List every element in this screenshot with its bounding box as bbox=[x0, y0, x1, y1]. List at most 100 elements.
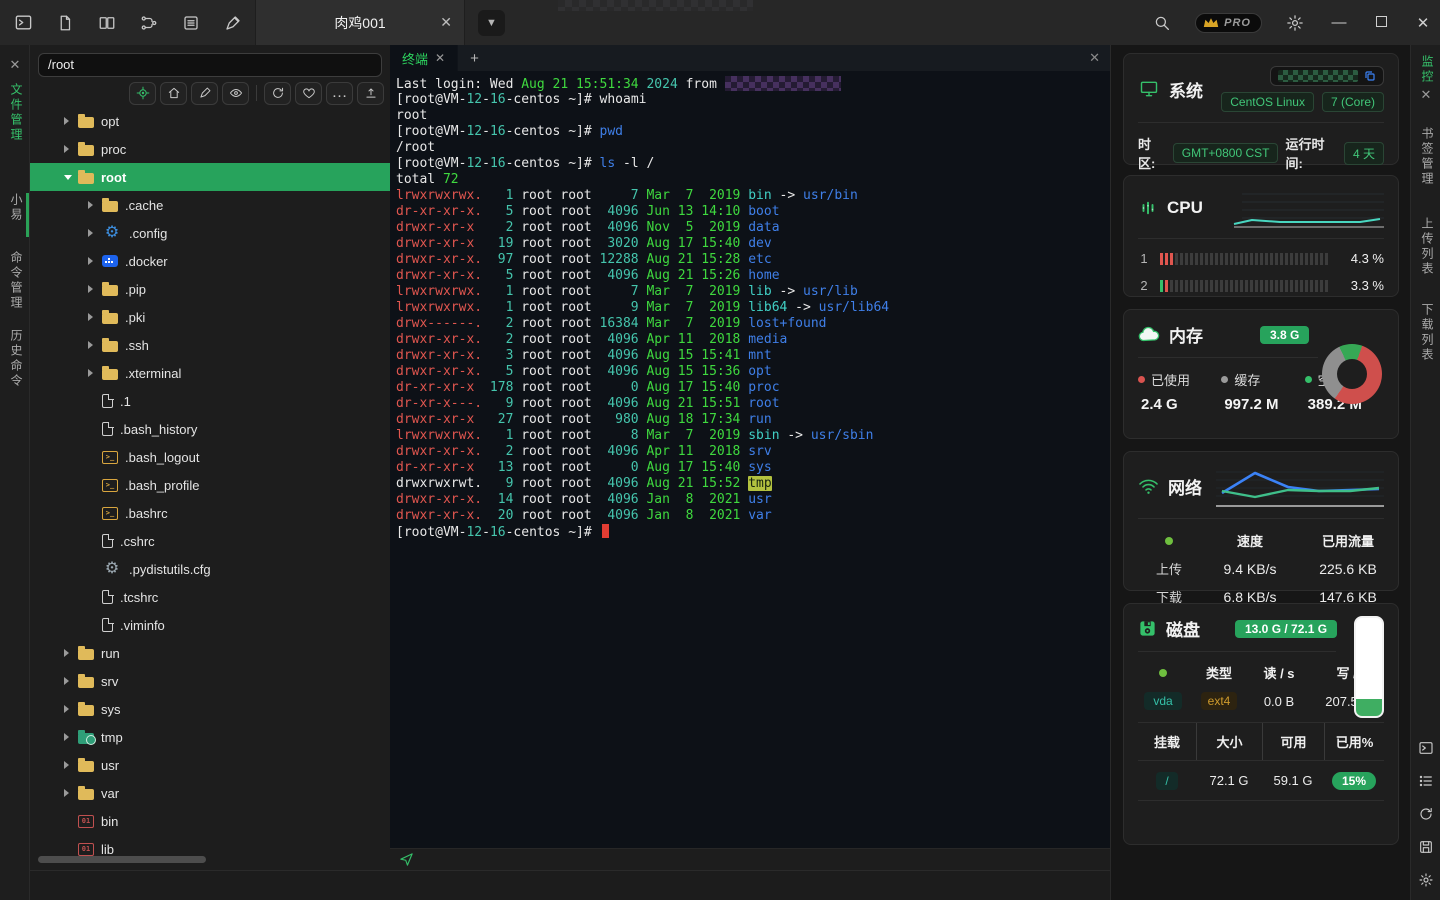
tree-item-sys[interactable]: sys bbox=[30, 695, 390, 723]
tree-item-.docker[interactable]: .docker bbox=[30, 247, 390, 275]
left-panel-close-icon[interactable]: ✕ bbox=[0, 57, 30, 73]
save-icon[interactable] bbox=[1418, 839, 1434, 855]
terminal-line: [root@VM-12-16-centos ~]# bbox=[396, 524, 1110, 540]
file-manager-panel: /root … optprocroot.cache⚙.config .docker… bbox=[30, 45, 390, 870]
tree-item-var[interactable]: var bbox=[30, 779, 390, 807]
chevron-right-icon[interactable] bbox=[64, 761, 78, 769]
favorite-heart-button[interactable] bbox=[295, 82, 322, 105]
sidebar-tab-history-command[interactable]: 历史命令 bbox=[8, 329, 25, 389]
task-list-icon[interactable] bbox=[1418, 773, 1434, 789]
tree-item-srv[interactable]: srv bbox=[30, 667, 390, 695]
chevron-down-icon[interactable] bbox=[64, 175, 78, 180]
terminal-tab-close-icon[interactable]: ✕ bbox=[435, 51, 445, 65]
minimize-button[interactable]: — bbox=[1328, 14, 1350, 31]
path-input[interactable]: /root bbox=[38, 53, 382, 77]
sidebar-tab-bookmark-manager[interactable]: 书签管理 bbox=[1419, 127, 1436, 187]
branch-icon[interactable] bbox=[136, 10, 162, 36]
close-button[interactable]: ✕ bbox=[1412, 14, 1434, 32]
chevron-right-icon[interactable] bbox=[88, 285, 102, 293]
tree-item-.ssh[interactable]: .ssh bbox=[30, 331, 390, 359]
chevron-right-icon[interactable] bbox=[88, 341, 102, 349]
locate-button[interactable] bbox=[129, 82, 156, 105]
hidden-files-eye-button[interactable] bbox=[222, 82, 249, 105]
chevron-right-icon[interactable] bbox=[88, 229, 102, 237]
tree-item-.viminfo[interactable]: .viminfo bbox=[30, 611, 390, 639]
tree-item-.bash_history[interactable]: .bash_history bbox=[30, 415, 390, 443]
tree-item-run[interactable]: run bbox=[30, 639, 390, 667]
tree-horizontal-scrollbar[interactable] bbox=[38, 856, 206, 863]
tools-pen-icon[interactable] bbox=[220, 10, 246, 36]
tree-item-bin[interactable]: 01bin bbox=[30, 807, 390, 835]
terminal-tab[interactable]: 终端 ✕ bbox=[390, 45, 458, 71]
add-terminal-tab-icon[interactable]: + bbox=[470, 50, 479, 67]
tree-item-.pip[interactable]: .pip bbox=[30, 275, 390, 303]
tree-item-label: .docker bbox=[125, 254, 168, 269]
search-icon[interactable] bbox=[1149, 10, 1175, 36]
chevron-right-icon[interactable] bbox=[88, 257, 102, 265]
chevron-right-icon[interactable] bbox=[64, 733, 78, 741]
chevron-right-icon[interactable] bbox=[64, 649, 78, 657]
tree-item-.bash_logout[interactable]: >_.bash_logout bbox=[30, 443, 390, 471]
session-tab-close-icon[interactable]: ✕ bbox=[440, 14, 452, 31]
terminal-output[interactable]: Last login: Wed Aug 21 15:51:34 2024 fro… bbox=[390, 71, 1110, 848]
tree-item-label: .1 bbox=[120, 394, 131, 409]
copy-icon[interactable] bbox=[1364, 70, 1376, 82]
tree-item-.pydistutils.cfg[interactable]: ⚙.pydistutils.cfg bbox=[30, 555, 390, 583]
server-ip-pill[interactable] bbox=[1270, 66, 1384, 86]
tree-item-.xterminal[interactable]: .xterminal bbox=[30, 359, 390, 387]
tree-item-.tcshrc[interactable]: .tcshrc bbox=[30, 583, 390, 611]
terminal-panel-close-icon[interactable]: ✕ bbox=[1089, 50, 1100, 66]
tree-item-tmp[interactable]: tmp bbox=[30, 723, 390, 751]
upload-button[interactable] bbox=[357, 82, 384, 105]
sidebar-tab-upload-list[interactable]: 上传列表 bbox=[1419, 217, 1436, 277]
tree-item-opt[interactable]: opt bbox=[30, 107, 390, 135]
tree-item-.bashrc[interactable]: >_.bashrc bbox=[30, 499, 390, 527]
sidebar-tab-download-list[interactable]: 下载列表 bbox=[1419, 303, 1436, 363]
refresh-small-icon[interactable] bbox=[1418, 806, 1434, 822]
tree-item-proc[interactable]: proc bbox=[30, 135, 390, 163]
chevron-right-icon[interactable] bbox=[64, 145, 78, 153]
tree-item-root[interactable]: root bbox=[30, 163, 390, 191]
blurred-title-mosaic bbox=[558, 0, 753, 11]
used-header: 已用% bbox=[1324, 723, 1384, 760]
tree-item-label: sys bbox=[101, 702, 121, 717]
tree-item-.bash_profile[interactable]: >_.bash_profile bbox=[30, 471, 390, 499]
terminal-window-icon[interactable] bbox=[10, 10, 36, 36]
send-plane-icon[interactable] bbox=[399, 852, 414, 867]
chevron-right-icon[interactable] bbox=[88, 201, 102, 209]
split-view-icon[interactable] bbox=[94, 10, 120, 36]
tree-item-usr[interactable]: usr bbox=[30, 751, 390, 779]
tree-item-.cshrc[interactable]: .cshrc bbox=[30, 527, 390, 555]
sidebar-tab-file-manager[interactable]: 文件管理 bbox=[8, 83, 25, 143]
pro-badge[interactable]: PRO bbox=[1195, 13, 1262, 33]
sidebar-tab-xiaoyi[interactable]: 小易 bbox=[8, 193, 25, 223]
sidebar-tab-command-manager[interactable]: 命令管理 bbox=[8, 251, 25, 311]
new-file-icon[interactable] bbox=[52, 10, 78, 36]
settings-small-gear-icon[interactable] bbox=[1418, 872, 1434, 888]
edit-button[interactable] bbox=[191, 82, 218, 105]
session-tab[interactable]: 肉鸡001 ✕ bbox=[255, 0, 465, 45]
more-actions-button[interactable]: … bbox=[326, 82, 353, 105]
chevron-right-icon[interactable] bbox=[64, 705, 78, 713]
tree-item-.1[interactable]: .1 bbox=[30, 387, 390, 415]
chevron-right-icon[interactable] bbox=[64, 789, 78, 797]
maximize-button[interactable] bbox=[1370, 14, 1392, 31]
terminal-small-icon[interactable] bbox=[1418, 740, 1434, 756]
tree-item-.pki[interactable]: .pki bbox=[30, 303, 390, 331]
settings-gear-icon[interactable] bbox=[1282, 10, 1308, 36]
sidebar-tab-monitor[interactable]: 监控 bbox=[1419, 55, 1436, 85]
chevron-right-icon[interactable] bbox=[64, 117, 78, 125]
terminal-line: drwxr-xr-x. 2 root root 4096 Apr 11 2018… bbox=[396, 332, 1110, 348]
monitor-panel-close-icon[interactable]: ✕ bbox=[1411, 87, 1440, 103]
server-list-icon[interactable] bbox=[178, 10, 204, 36]
chevron-right-icon[interactable] bbox=[64, 677, 78, 685]
new-session-chevron-button[interactable]: ▼ bbox=[478, 10, 505, 36]
folder-icon bbox=[78, 677, 94, 688]
chevron-right-icon[interactable] bbox=[88, 369, 102, 377]
refresh-button[interactable] bbox=[264, 82, 291, 105]
home-button[interactable] bbox=[160, 82, 187, 105]
tree-item-.config[interactable]: ⚙.config bbox=[30, 219, 390, 247]
tree-item-.cache[interactable]: .cache bbox=[30, 191, 390, 219]
tree-item-lib[interactable]: 01lib bbox=[30, 835, 390, 856]
chevron-right-icon[interactable] bbox=[88, 313, 102, 321]
